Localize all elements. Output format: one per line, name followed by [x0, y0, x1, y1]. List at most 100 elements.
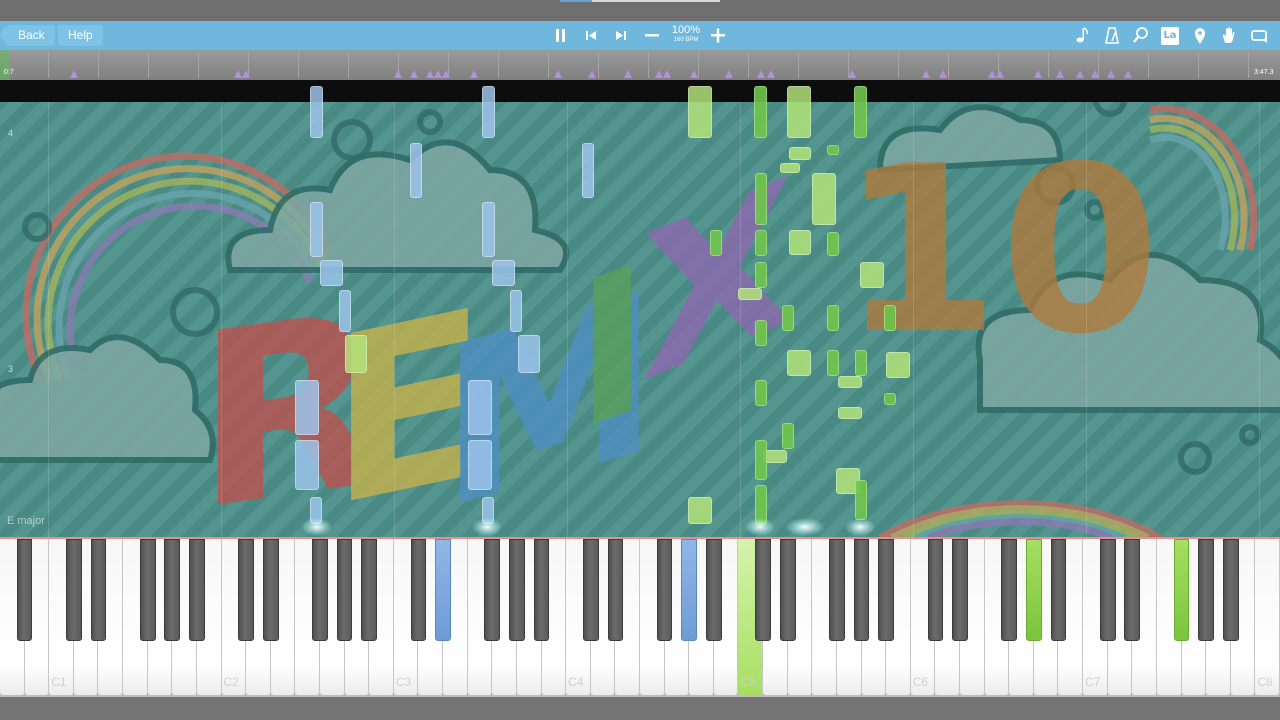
- timeline-marker[interactable]: [767, 70, 775, 78]
- black-key[interactable]: [262, 539, 279, 641]
- white-key[interactable]: C8: [1255, 539, 1280, 695]
- timeline-marker[interactable]: [988, 70, 996, 78]
- octave-label: C7: [1085, 675, 1101, 689]
- falling-note: [320, 260, 343, 286]
- timeline-marker[interactable]: [242, 70, 250, 78]
- timeline-marker[interactable]: [1107, 70, 1115, 78]
- metronome-icon[interactable]: [1101, 25, 1123, 46]
- black-key[interactable]: [878, 539, 895, 641]
- falling-note: [582, 143, 594, 198]
- black-key[interactable]: [1025, 539, 1042, 641]
- black-key[interactable]: [952, 539, 968, 641]
- hand-icon[interactable]: [1218, 25, 1240, 46]
- timeline-marker[interactable]: [434, 70, 442, 78]
- black-key[interactable]: [1198, 539, 1215, 641]
- black-key[interactable]: [607, 539, 624, 641]
- black-key[interactable]: [533, 539, 550, 641]
- timeline-marker[interactable]: [1034, 70, 1042, 78]
- zoom-icon[interactable]: [1130, 25, 1152, 46]
- black-key[interactable]: [705, 539, 722, 641]
- black-key[interactable]: [361, 539, 378, 641]
- timeline-tick: [198, 52, 199, 78]
- black-key[interactable]: [582, 539, 599, 641]
- black-key[interactable]: [1222, 539, 1239, 641]
- black-key[interactable]: [410, 539, 427, 641]
- timeline-marker[interactable]: [848, 70, 856, 78]
- black-key[interactable]: [336, 539, 353, 641]
- timeline-marker[interactable]: [996, 70, 1004, 78]
- grid-line: [567, 102, 568, 538]
- note-icon[interactable]: [1071, 25, 1093, 46]
- black-key[interactable]: [1001, 539, 1018, 641]
- black-key[interactable]: [656, 539, 673, 641]
- black-key[interactable]: [435, 539, 451, 641]
- black-key[interactable]: [139, 539, 156, 641]
- black-key[interactable]: [755, 539, 771, 641]
- black-key[interactable]: [312, 539, 328, 641]
- black-key[interactable]: [681, 539, 698, 641]
- timeline-marker[interactable]: [394, 70, 402, 78]
- timeline-tick: [698, 52, 699, 78]
- pin-icon[interactable]: [1189, 25, 1211, 46]
- timeline-marker[interactable]: [690, 70, 698, 78]
- timeline-marker[interactable]: [426, 70, 434, 78]
- black-key[interactable]: [16, 539, 33, 641]
- key-spark: [745, 518, 775, 536]
- black-key[interactable]: [164, 539, 181, 641]
- grid-line: [740, 102, 741, 538]
- plus-icon[interactable]: [707, 25, 729, 46]
- timeline-marker[interactable]: [655, 70, 663, 78]
- black-key[interactable]: [90, 539, 107, 641]
- timeline-tick: [1148, 52, 1149, 78]
- black-key[interactable]: [484, 539, 501, 641]
- black-key[interactable]: [1050, 539, 1067, 641]
- timeline-marker[interactable]: [588, 70, 596, 78]
- timeline-marker[interactable]: [725, 70, 733, 78]
- falling-note: [688, 86, 712, 138]
- falling-note: [827, 232, 839, 256]
- black-key[interactable]: [1099, 539, 1116, 641]
- falling-note: [755, 173, 767, 225]
- black-key[interactable]: [829, 539, 845, 641]
- help-button[interactable]: Help: [58, 25, 103, 46]
- black-key[interactable]: [238, 539, 255, 641]
- timeline-marker[interactable]: [1091, 70, 1099, 78]
- skip-back-icon[interactable]: [580, 25, 602, 46]
- timeline-marker[interactable]: [663, 70, 671, 78]
- timeline-marker[interactable]: [410, 70, 418, 78]
- timeline-marker[interactable]: [757, 70, 765, 78]
- timeline-marker[interactable]: [939, 70, 947, 78]
- falling-note: [738, 288, 762, 300]
- timeline-marker[interactable]: [70, 70, 78, 78]
- black-key[interactable]: [779, 539, 796, 641]
- falling-note: [755, 380, 767, 406]
- black-key[interactable]: [65, 539, 82, 641]
- black-key[interactable]: [1173, 539, 1190, 641]
- black-key[interactable]: [509, 539, 525, 641]
- black-key[interactable]: [189, 539, 205, 641]
- black-key[interactable]: [853, 539, 870, 641]
- timeline-marker[interactable]: [1056, 70, 1064, 78]
- timeline-marker[interactable]: [470, 70, 478, 78]
- piano-keyboard[interactable]: C1 C2 C3 C4 C5 C6 C7 C8: [0, 539, 1280, 697]
- timeline-marker[interactable]: [442, 70, 450, 78]
- timeline-marker[interactable]: [1124, 70, 1132, 78]
- black-key[interactable]: [1124, 539, 1141, 641]
- timeline-marker[interactable]: [1076, 70, 1084, 78]
- timeline-marker[interactable]: [554, 70, 562, 78]
- minus-icon[interactable]: [641, 25, 663, 46]
- black-key[interactable]: [927, 539, 944, 641]
- back-button[interactable]: Back: [0, 25, 55, 46]
- timeline-marker[interactable]: [922, 70, 930, 78]
- pause-icon[interactable]: [550, 25, 572, 46]
- timeline-marker[interactable]: [624, 70, 632, 78]
- loop-icon[interactable]: [1248, 25, 1270, 46]
- bottom-bar: [0, 697, 1280, 720]
- timeline-marker[interactable]: [234, 70, 242, 78]
- song-timeline[interactable]: [0, 50, 1280, 80]
- falling-note: [838, 407, 862, 419]
- playback-progress[interactable]: [560, 0, 720, 2]
- falling-note: [710, 230, 722, 256]
- note-label-icon[interactable]: La: [1161, 26, 1179, 45]
- skip-forward-icon[interactable]: [610, 25, 632, 46]
